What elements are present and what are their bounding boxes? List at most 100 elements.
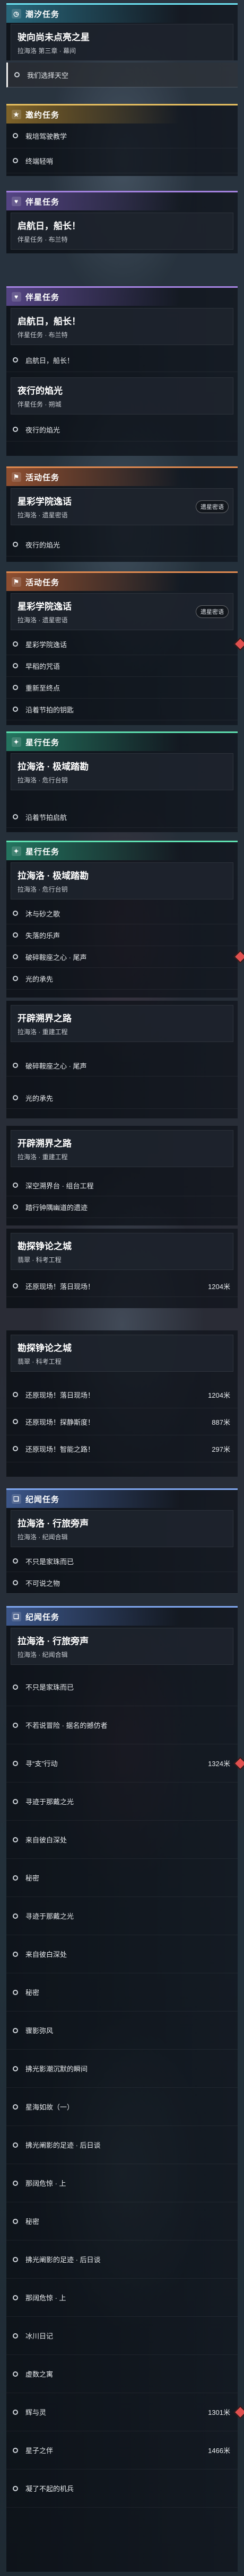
step-item[interactable]: 破碎鞍座之心 · 尾声 [6,1055,238,1077]
step-item[interactable]: 还原现场！探静斯度！ 887米 [6,1408,238,1435]
step-item[interactable]: 沿着节拍启航 [6,806,238,828]
quest-title: 开辟溯界之路 [18,1139,72,1149]
quest-card[interactable]: 星彩学院逸话 拉海洛 · 遗星密语 遗星密语 [11,593,233,630]
step-item[interactable]: 寻迹于那戴之光 [6,1897,238,1935]
step-item[interactable]: 不若说冒险 · 据名的撼仿者 [6,1706,238,1744]
step-item[interactable]: 夜行的焰光 [6,533,238,557]
step-item[interactable]: 栽培驾驶教学 [6,123,238,148]
step-item[interactable]: 来自彼白深处 [6,1935,238,1973]
step-item[interactable]: 光的承先 [6,968,238,990]
quest-card[interactable]: 星彩学院逸话 拉海洛 · 遗星密语 遗星密语 [11,488,233,525]
quest-card[interactable]: 拉海洛 · 行旅旁声 拉海洛 · 纪闻合辑 [11,1510,233,1547]
step-item[interactable]: 光的承先 [6,1087,238,1109]
step-dot-icon [13,976,18,981]
step-dot-icon [13,1875,18,1881]
step-dot-icon [13,2180,18,2186]
step-item[interactable]: 星子之伴 1466米 [6,2431,238,2469]
panel-header: ★ 邀约任务 [6,104,238,123]
step-dot-icon [13,1558,18,1564]
step-item[interactable]: 还原现场！智能之路！ 297米 [6,1435,238,1462]
step-item[interactable]: 秘密 [6,1973,238,2012]
step-item[interactable]: 那阔危惊 · 上 [6,2279,238,2317]
quest-card[interactable]: 启航日，船长！ 伴星任务 · 布兰特 [11,213,233,250]
step-dot-icon [13,663,18,668]
heart-icon: ♥ [12,197,21,206]
step-item[interactable]: 还原现场！落日现场！ 1204米 [6,1275,238,1297]
step-item[interactable]: 骤影弥风 [6,2012,238,2050]
step-dot-icon [13,542,18,547]
step-item[interactable]: 辉与灵 1301米 [6,2393,244,2431]
quest-subtitle: 伴星任务 · 布兰特 [18,236,68,243]
quest-card[interactable]: 夜行的焰光 伴星任务 · 朔城 [11,377,233,414]
quest-card[interactable]: 驶向尚未点亮之星 拉海洛 第三章 · 幕间 [11,24,233,61]
quest-card[interactable]: 开辟溯界之路 拉海洛 · 重建工程 [11,1005,233,1042]
step-item[interactable]: 虚数之寓 [6,2355,238,2393]
quest-card[interactable]: 勘探铮论之城 翡翠 · 科考工程 [11,1233,233,1270]
step-item[interactable]: 寻迹于那戴之光 [6,1783,238,1821]
step-item[interactable]: 早稻的咒语 [6,655,238,677]
step-item[interactable]: 启航日，船长！ [6,348,238,372]
step-dot-icon [13,2409,18,2415]
step-dot-icon [13,1913,18,1919]
quest-card[interactable]: 勘探铮论之城 翡翠 · 科考工程 [11,1335,233,1372]
step-dot-icon [13,1446,18,1451]
step-item[interactable]: 星彩学院逸话 [6,633,244,655]
step-item[interactable]: 冰川日记 [6,2317,238,2355]
step-dot-icon [13,932,18,938]
step-item[interactable]: 沐与砂之歌 [6,903,238,924]
quest-card[interactable]: 拉海洛 · 行旅旁声 拉海洛 · 纪闻合辑 [11,1628,233,1665]
quest-card[interactable]: 拉海洛 · 极域踏勘 拉海洛 · 危行台钥 [11,753,233,790]
flag-icon: ⚑ [12,472,21,482]
quest-title: 启航日，船长！ [18,221,81,231]
step-dot-icon [13,158,18,163]
step-item[interactable]: 还原现场！落日现场！ 1204米 [6,1381,238,1408]
panel-header: ♥ 伴星任务 [6,191,238,210]
step-dot-icon [13,2142,18,2148]
step-item[interactable]: 踏行钟隅幽道的遗迹 [6,1196,238,1218]
flag-icon: ⚑ [12,577,21,587]
star-quest-panel-2: ✦ 星行任务 拉海洛 · 极域踏勘 拉海洛 · 危行台钥 沐与砂之歌 失落的乐声… [6,841,244,998]
step-item[interactable]: 寻“支”行动 1324米 [6,1744,244,1783]
step-item[interactable]: 那阔危惊 · 上 [6,2164,238,2202]
panel-header: ⚑ 活动任务 [6,571,238,591]
quest-card[interactable]: 拉海洛 · 极域踏勘 拉海洛 · 危行台钥 [11,862,233,899]
step-dot-icon [13,2027,18,2033]
step-dot-icon [13,2256,18,2262]
step-dot-icon [13,2485,18,2491]
step-item[interactable]: 深空溯界台 · 组台工程 [6,1175,238,1196]
event-badge[interactable]: 遗星密语 [196,500,229,513]
step-item[interactable]: 失落的乐声 [6,924,238,946]
step-item[interactable]: 沿着节拍的钥匙 [6,699,238,720]
research-quest-panel: 勘探铮论之城 翡翠 · 科考工程 还原现场！落日现场！ 1204米 [6,1229,238,1308]
step-dot-icon [13,1798,18,1804]
step-dot-icon [13,685,18,690]
step-item[interactable]: 秘密 [6,1859,238,1897]
daily-step-panel: 我们选择天空 [6,63,238,87]
quest-card[interactable]: 开辟溯界之路 拉海洛 · 重建工程 [11,1130,233,1167]
step-item[interactable]: 拂光阐影的足迹 · 后日谈 [6,2240,238,2279]
event-badge[interactable]: 遗星密语 [196,605,229,618]
step-item[interactable]: 拂光阐影的足迹 · 后日谈 [6,2126,238,2164]
step-item[interactable]: 来自彼白深处 [6,1821,238,1859]
step-item[interactable]: 不只是家珠而已 [6,1550,238,1572]
step-item[interactable]: 拂光影潮沉默的瞬间 [6,2050,238,2088]
step-item[interactable]: 我们选择天空 [6,63,238,87]
step-item[interactable]: 夜行的焰光 [6,418,238,442]
step-list: 不只是家珠而已 不若说冒险 · 据名的撼仿者 寻“支”行动 1324米 寻迹于那戴之光来… [6,1668,244,2508]
step-item[interactable]: 不只是家珠而已 [6,1668,238,1706]
step-item[interactable]: 凝了不起的机兵 [6,2469,238,2508]
star-icon: ★ [12,110,21,119]
step-item[interactable]: 秘密 [6,2202,238,2240]
panel-title: 潮汐任务 [25,10,60,19]
step-item[interactable]: 不可说之物 [6,1572,238,1594]
step-item[interactable]: 破碎鞍座之心 · 尾声 [6,946,244,968]
step-item[interactable]: 星海如故（一） [6,2088,238,2126]
quest-card[interactable]: 启航日，船长！ 伴星任务 · 布兰特 [11,308,233,345]
lore-quest-panel-2: ❏ 纪闻任务 拉海洛 · 行旅旁声 拉海洛 · 纪闻合辑 不只是家珠而已 不若说冒… [6,1606,244,2572]
panel-title: 星行任务 [25,847,60,857]
step-item[interactable]: 重新至终点 [6,677,238,699]
step-dot-icon [13,1722,18,1728]
panel-header: ◷ 潮汐任务 [6,3,238,23]
step-item[interactable]: 终端轻哨 [6,148,238,173]
lore-quest-panel: ❏ 纪闻任务 拉海洛 · 行旅旁声 拉海洛 · 纪闻合辑 不只是家珠而已 不可说… [6,1488,238,1594]
